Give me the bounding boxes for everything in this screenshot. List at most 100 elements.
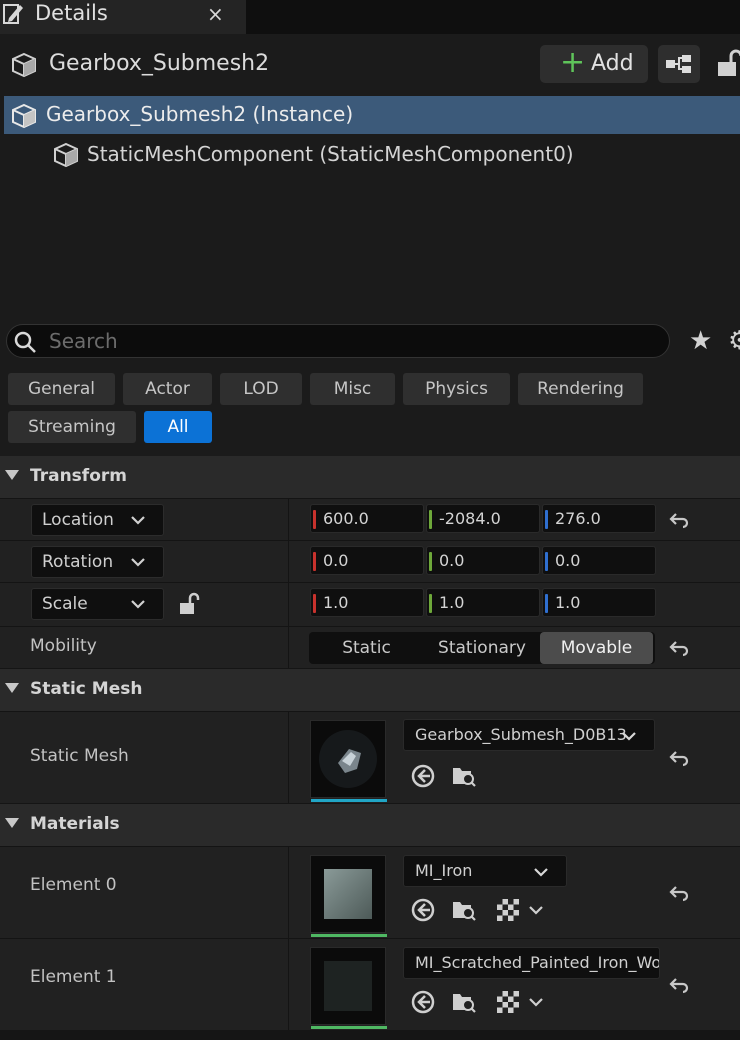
scale-x-value: 1.0 [323, 593, 349, 612]
mobility-stationary[interactable]: Stationary [424, 632, 540, 664]
tree-item-instance[interactable]: Gearbox_Submesh2 (Instance) [4, 96, 740, 134]
tab-bar: Details × [0, 0, 740, 34]
location-y-value: -2084.0 [439, 509, 501, 528]
scale-y-value: 1.0 [439, 593, 465, 612]
location-label: Location [42, 510, 114, 530]
section-transform[interactable]: Transform [0, 456, 740, 498]
rotation-z-value: 0.0 [555, 551, 581, 570]
location-z-field[interactable]: 276.0 [542, 504, 656, 533]
gear-icon[interactable]: ⚙ [728, 326, 740, 356]
filter-general[interactable]: General [8, 373, 115, 405]
x-axis-marker [313, 594, 316, 613]
element-0-asset-name: MI_Iron [415, 861, 473, 880]
tab-details[interactable]: Details × [0, 0, 246, 34]
rotation-z-field[interactable]: 0.0 [542, 546, 656, 575]
use-selected-asset-icon[interactable] [410, 763, 436, 789]
rotation-mode-dropdown[interactable]: Rotation [31, 546, 164, 578]
search-area: Search ★ ⚙ General Actor LOD Misc Physic… [0, 312, 740, 458]
element-0-asset-dropdown[interactable]: MI_Iron [403, 855, 567, 887]
chevron-down-icon [131, 516, 145, 525]
row-location: Location 600.0 -2084.0 276.0 [0, 498, 740, 540]
blueprint-button[interactable] [658, 45, 700, 83]
plus-icon: + [560, 45, 586, 80]
mobility-static[interactable]: Static [309, 632, 424, 664]
location-mode-dropdown[interactable]: Location [31, 504, 164, 536]
section-title: Transform [30, 466, 127, 486]
element-0-thumbnail[interactable] [310, 855, 387, 937]
static-mesh-thumbnail[interactable] [310, 720, 387, 802]
use-selected-asset-icon[interactable] [410, 897, 436, 923]
reset-arrow-icon[interactable] [668, 884, 690, 902]
cube-icon [12, 52, 36, 78]
actor-name: Gearbox_Submesh2 [49, 51, 270, 76]
section-static-mesh[interactable]: Static Mesh [0, 669, 740, 711]
element-0-label: Element 0 [30, 875, 117, 895]
static-mesh-label: Static Mesh [30, 746, 129, 766]
element-1-asset-dropdown[interactable]: MI_Scratched_Painted_Iron_Wor [403, 947, 660, 979]
filter-misc[interactable]: Misc [310, 373, 395, 405]
browse-asset-icon[interactable] [451, 763, 477, 789]
asset-type-underline [311, 934, 387, 937]
filter-physics[interactable]: Physics [403, 373, 510, 405]
chevron-down-icon[interactable] [528, 996, 544, 1008]
browse-asset-icon[interactable] [451, 897, 477, 923]
rotation-y-field[interactable]: 0.0 [426, 546, 540, 575]
add-component-button[interactable]: + Add [540, 45, 648, 83]
component-tree: Gearbox_Submesh2 (Instance) StaticMeshCo… [0, 94, 740, 312]
lock-open-icon[interactable] [178, 592, 202, 616]
scale-mode-dropdown[interactable]: Scale [31, 588, 164, 620]
browse-asset-icon[interactable] [451, 989, 477, 1015]
element-1-thumbnail[interactable] [310, 947, 387, 1029]
column-divider [288, 541, 289, 582]
reset-arrow-icon[interactable] [668, 511, 690, 529]
search-placeholder: Search [49, 329, 118, 353]
rotation-x-field[interactable]: 0.0 [310, 546, 424, 575]
pencil-document-icon [3, 4, 23, 24]
filter-actor[interactable]: Actor [123, 373, 212, 405]
row-element-1: Element 1 MI_Scratched_Painted_Iron_Wor [0, 938, 740, 1030]
reset-arrow-icon[interactable] [668, 639, 690, 657]
section-materials[interactable]: Materials [0, 804, 740, 846]
asset-type-underline [311, 799, 387, 802]
filter-rendering[interactable]: Rendering [518, 373, 643, 405]
asset-type-underline [311, 1026, 387, 1029]
mobility-label: Mobility [30, 636, 97, 656]
chevron-down-icon [622, 732, 636, 741]
scale-x-field[interactable]: 1.0 [310, 588, 424, 617]
location-x-value: 600.0 [323, 509, 369, 528]
column-divider [288, 499, 289, 540]
search-input[interactable]: Search [6, 324, 670, 358]
mesh-preview-image [319, 730, 377, 788]
scale-y-field[interactable]: 1.0 [426, 588, 540, 617]
reset-arrow-icon[interactable] [668, 976, 690, 994]
lock-open-icon[interactable] [714, 46, 740, 80]
section-title: Static Mesh [30, 679, 143, 699]
filter-lod[interactable]: LOD [220, 373, 302, 405]
section-title: Materials [30, 814, 120, 834]
use-selected-asset-icon[interactable] [410, 989, 436, 1015]
element-1-asset-name: MI_Scratched_Painted_Iron_Wor [415, 953, 660, 972]
location-y-field[interactable]: -2084.0 [426, 504, 540, 533]
column-divider [288, 847, 289, 938]
y-axis-marker [429, 552, 432, 571]
scale-z-field[interactable]: 1.0 [542, 588, 656, 617]
star-icon[interactable]: ★ [689, 326, 712, 356]
close-icon[interactable]: × [207, 2, 224, 26]
checker-texture-icon[interactable] [495, 989, 521, 1015]
rotation-y-value: 0.0 [439, 551, 465, 570]
filter-all[interactable]: All [144, 411, 212, 443]
static-mesh-asset-dropdown[interactable]: Gearbox_Submesh_D0B13 [403, 719, 655, 751]
mobility-movable[interactable]: Movable [540, 632, 653, 664]
y-axis-marker [429, 594, 432, 613]
static-mesh-asset-name: Gearbox_Submesh_D0B13 [415, 725, 627, 744]
tab-title: Details [35, 1, 108, 25]
reset-arrow-icon[interactable] [668, 749, 690, 767]
tree-item-static-mesh-component[interactable]: StaticMeshComponent (StaticMeshComponent… [48, 138, 728, 172]
row-rotation: Rotation 0.0 0.0 0.0 [0, 540, 740, 582]
cube-icon [12, 103, 36, 129]
location-x-field[interactable]: 600.0 [310, 504, 424, 533]
column-divider [288, 627, 289, 668]
filter-streaming[interactable]: Streaming [8, 411, 136, 443]
checker-texture-icon[interactable] [495, 897, 521, 923]
chevron-down-icon[interactable] [528, 904, 544, 916]
